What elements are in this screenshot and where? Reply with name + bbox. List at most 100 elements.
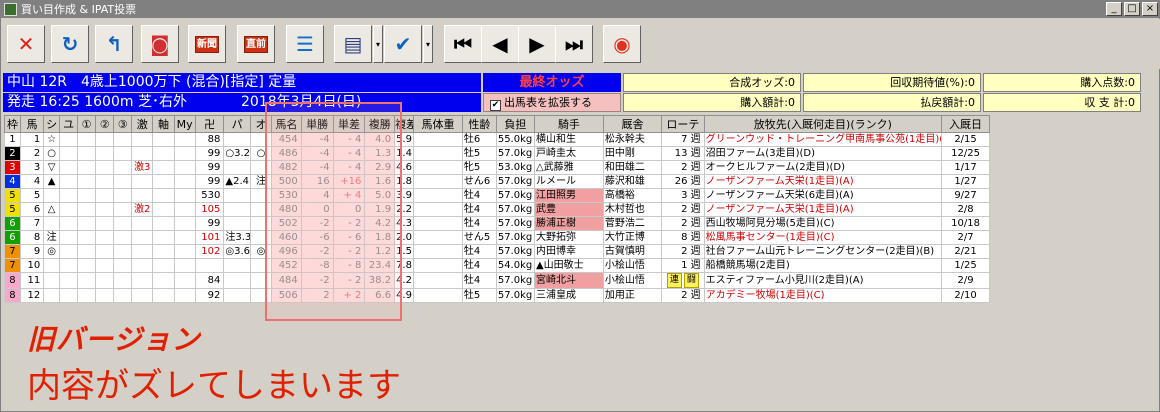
toolbar-ticket-button[interactable]: ✔ (384, 25, 422, 63)
column-header[interactable]: 性齢 (461, 115, 497, 133)
cell-yu[interactable] (59, 146, 79, 161)
table-row[interactable]: 5 6 △ 激2 105 480 0 0 1.9 2.2 牡4 57.0kg 武豊 木村哲也 2 週ノーザン… (4, 202, 990, 217)
cell-c2[interactable] (95, 146, 115, 161)
cell-c3[interactable] (113, 244, 133, 259)
table-row[interactable]: 1 1 ☆ 88 454 -4- 4 4.0 5.9 牡6 55.0kg 横山和生 松永幹夫 7 週グリ… (4, 132, 990, 147)
toolbar-screen-button[interactable]: ◙ (141, 25, 179, 63)
minimize-button[interactable]: _ (1106, 2, 1122, 16)
column-header[interactable]: ユ (59, 115, 79, 133)
cell-c1[interactable] (77, 146, 97, 161)
cell-c2[interactable] (95, 258, 115, 273)
cell-jiku[interactable] (152, 258, 175, 273)
cell-yu[interactable] (59, 132, 79, 147)
table-row[interactable]: 2 2 ○ 99 ○3.2 ○ 486 -4- 4 1.3 1.4 牡5 57.0kg 戸崎圭太 田中剛 1… (4, 146, 990, 161)
column-header[interactable]: ① (77, 115, 97, 133)
column-header[interactable]: ③ (113, 115, 133, 133)
cell-c2[interactable] (95, 230, 115, 245)
expand-table-checkbox[interactable]: ✔ 出馬表を拡張する (483, 93, 621, 112)
table-row[interactable]: 5 5 530 530 4 + 4 5.0 3.9 牡4 57.0kg 江田照男 高橋裕 3 週ノーザン… (4, 188, 990, 203)
cell-jiku[interactable] (152, 230, 175, 245)
toolbar-latest-button[interactable]: 直前 (237, 25, 275, 63)
cell-jiku[interactable] (152, 188, 175, 203)
cell-yu[interactable] (59, 272, 79, 289)
cell-yu[interactable] (59, 160, 79, 175)
toolbar-vote-button[interactable]: ◉ (603, 25, 641, 63)
cell-c3[interactable] (113, 146, 133, 161)
table-row[interactable]: 7 10 452 -8- 8 23.4 7.8 牡4 54.0kg ▲山田敬士 小桧山悟 1 週船橋… (4, 258, 990, 273)
column-header[interactable]: 放牧先(入厩何走目)(ランク) (703, 115, 943, 133)
column-header[interactable]: 負担 (495, 115, 535, 133)
cell-c3[interactable] (113, 288, 133, 303)
cell-c2[interactable] (95, 160, 115, 175)
cell-c2[interactable] (95, 288, 115, 303)
cell-yu[interactable] (59, 230, 79, 245)
cell-yu[interactable] (59, 174, 79, 189)
toolbar-refresh-button[interactable]: ↻ (51, 25, 89, 63)
cell-c3[interactable] (113, 132, 133, 147)
table-row[interactable]: 8 11 84 484 -2- 2 38.2 4.2 牡4 57.0kg 宮崎北斗 小桧山悟連闘エス… (4, 272, 990, 289)
cell-c2[interactable] (95, 132, 115, 147)
cell-c1[interactable] (77, 174, 97, 189)
checkbox-icon[interactable]: ✔ (490, 100, 501, 111)
column-header[interactable]: 厩舎 (602, 115, 663, 133)
cell-jiku[interactable] (152, 288, 175, 303)
cell-c3[interactable] (113, 258, 133, 273)
table-row[interactable]: 8 12 92 506 2 + 2 6.6 4.9 牡5 57.0kg 三浦皇成 加用正 2 週アカデミ… (4, 288, 990, 303)
cell-c3[interactable] (113, 202, 133, 217)
cell-yu[interactable] (59, 258, 79, 273)
column-header[interactable]: My (173, 115, 196, 133)
column-header[interactable]: シ (43, 115, 61, 133)
cell-c1[interactable] (77, 132, 97, 147)
cell-yu[interactable] (59, 202, 79, 217)
column-header[interactable]: ② (95, 115, 115, 133)
cell-c1[interactable] (77, 216, 97, 231)
cell-c2[interactable] (95, 202, 115, 217)
toolbar-memo-button[interactable]: ▤ (334, 25, 372, 63)
cell-c1[interactable] (77, 188, 97, 203)
table-row[interactable]: 7 9 ◎ 102 ◎3.6 ◎ 496 -2- 2 1.2 1.5 牡4 57.0kg 内田博幸 古賀慎… (4, 244, 990, 259)
toolbar-first-button[interactable]: ⏮ (444, 25, 482, 63)
cell-c2[interactable] (95, 188, 115, 203)
cell-c2[interactable] (95, 216, 115, 231)
cell-c1[interactable] (77, 288, 97, 303)
cell-c3[interactable] (113, 174, 133, 189)
cell-c1[interactable] (77, 272, 97, 289)
cell-jiku[interactable] (152, 146, 175, 161)
cell-c1[interactable] (77, 258, 97, 273)
cell-jiku[interactable] (152, 202, 175, 217)
maximize-button[interactable]: □ (1124, 2, 1140, 16)
table-row[interactable]: 4 4 ▲ 99 ▲2.4 注 500 16 +16 1.6 1.8 せん6 57.0kg ルメール 藤沢和… (4, 174, 990, 189)
cell-c2[interactable] (95, 272, 115, 289)
cell-c3[interactable] (113, 272, 133, 289)
column-header[interactable]: 騎手 (533, 115, 604, 133)
dropdown-arrow-icon[interactable]: ▾ (423, 25, 433, 63)
toolbar-return-button[interactable]: ↰ (95, 25, 133, 63)
close-window-button[interactable]: × (1142, 2, 1158, 16)
column-header[interactable]: 軸 (152, 115, 175, 133)
cell-c1[interactable] (77, 202, 97, 217)
cell-c3[interactable] (113, 216, 133, 231)
cell-c3[interactable] (113, 230, 133, 245)
column-header[interactable]: 入厩日 (941, 115, 990, 133)
table-row[interactable]: 6 8 注 101 注3.3 460 -6- 6 1.8 2.0 せん5 57.0kg 大野拓弥 大竹正… (4, 230, 990, 245)
cell-yu[interactable] (59, 244, 79, 259)
cell-c3[interactable] (113, 160, 133, 175)
cell-jiku[interactable] (152, 272, 175, 289)
cell-yu[interactable] (59, 188, 79, 203)
cell-yu[interactable] (59, 216, 79, 231)
cell-jiku[interactable] (152, 216, 175, 231)
column-header[interactable]: パ (223, 115, 251, 133)
column-header[interactable]: 激 (131, 115, 154, 133)
toolbar-list-button[interactable]: ☰ (286, 25, 324, 63)
column-header[interactable]: 馬 (19, 115, 45, 133)
cell-jiku[interactable] (152, 174, 175, 189)
dropdown-arrow-icon[interactable]: ▾ (373, 25, 383, 63)
toolbar-prev-button[interactable]: ◀ (481, 25, 519, 63)
cell-jiku[interactable] (152, 160, 175, 175)
cell-c1[interactable] (77, 160, 97, 175)
cell-c2[interactable] (95, 244, 115, 259)
cell-jiku[interactable] (152, 132, 175, 147)
toolbar-close-button[interactable]: ✕ (7, 25, 45, 63)
cell-yu[interactable] (59, 288, 79, 303)
column-header[interactable]: ローテ (661, 115, 705, 133)
